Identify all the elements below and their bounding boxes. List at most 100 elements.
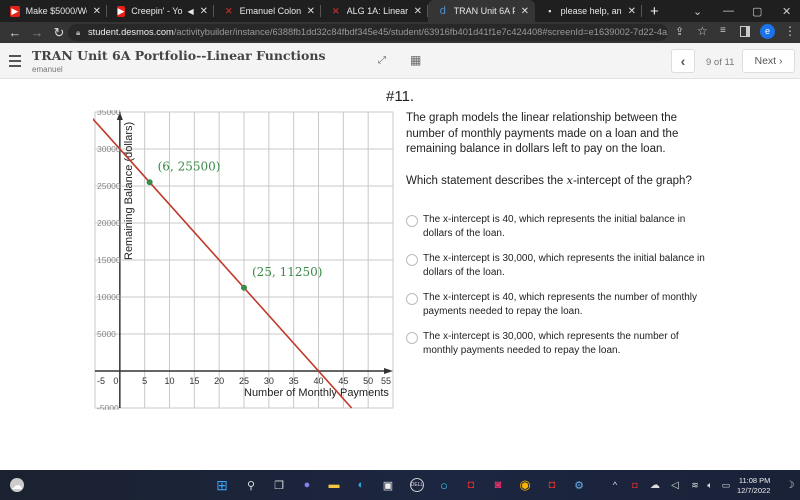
radio-button[interactable]	[406, 293, 418, 305]
file-explorer-icon[interactable]: ▬	[327, 478, 341, 492]
tab-close-icon[interactable]: ✕	[414, 6, 422, 17]
choice-label: The x-intercept is 30,000, which represe…	[423, 253, 705, 278]
fullscreen-icon[interactable]: ⤢	[378, 55, 386, 66]
x-tick-label: 35	[289, 376, 299, 386]
browser-menu-icon[interactable]: ⋮	[784, 24, 796, 38]
new-tab-button[interactable]: +	[650, 3, 659, 20]
ask-text-start: Which statement describes the	[406, 174, 567, 187]
clock-date: 12/7/2022	[737, 486, 771, 495]
tab-title: please help, answer	[560, 6, 622, 16]
data-point-label: (25, 11250)	[252, 265, 322, 279]
url-path: /activitybuilder/instance/6388fb1dd32c84…	[173, 27, 668, 37]
x-axis-label: Number of Monthly Payments	[244, 387, 389, 399]
desmos-d-icon: d	[439, 5, 446, 17]
task-view-icon[interactable]: ❐	[272, 478, 286, 492]
tab-separator	[641, 5, 642, 17]
edge-icon[interactable]: ◐	[354, 478, 368, 492]
y-tick-label: 10000	[97, 292, 121, 302]
browser-tab[interactable]: ✕ ALG 1A: Linear Func ✕	[321, 0, 428, 22]
tab-title: Creepin' - YouT	[131, 6, 183, 16]
notifications-icon[interactable]: ☽	[783, 478, 797, 492]
data-point	[241, 284, 247, 291]
share-icon[interactable]: ⇪	[675, 25, 684, 38]
tab-search-icon[interactable]: ⌄	[693, 0, 702, 22]
minimize-button[interactable]: —	[723, 0, 734, 22]
wifi-icon[interactable]: ≋	[688, 478, 702, 492]
chrome-icon[interactable]: ◉	[518, 477, 532, 492]
tab-close-icon[interactable]: ✕	[628, 6, 636, 17]
volume-icon[interactable]: 🔈︎	[703, 478, 717, 492]
settings-icon[interactable]: ⚙	[572, 478, 586, 492]
dell-icon[interactable]: DELL	[410, 478, 424, 492]
browser-tab[interactable]: ▶ Make $5000/Week ✕	[0, 0, 107, 22]
answer-choice-4[interactable]: The x-intercept is 30,000, which represe…	[406, 330, 716, 357]
browser-tab[interactable]: ✕ Emanuel Colon's H ✕	[214, 0, 321, 22]
x-tick-label: 0	[113, 376, 118, 386]
media-control-icon[interactable]: ≡	[720, 25, 726, 36]
start-icon[interactable]: ⊞	[215, 477, 229, 493]
store-icon[interactable]: ▣	[381, 478, 395, 492]
question-number: #11.	[386, 88, 415, 105]
onedrive-icon[interactable]: ☁	[648, 478, 662, 492]
mcafee-app-icon[interactable]: ◘	[545, 478, 559, 492]
data-point	[146, 179, 153, 186]
radio-button[interactable]	[406, 254, 418, 266]
calculator-icon[interactable]: ▦	[410, 53, 421, 67]
lock-icon: 🔒︎	[76, 28, 81, 37]
weather-icon[interactable]: ☁	[10, 478, 24, 492]
show-hidden-icons[interactable]: ^	[608, 478, 622, 492]
browser-tab-bar: ▶ Make $5000/Week ✕ ▶ Creepin' - YouT ◀︎ ✕ ✕ Ema…	[0, 0, 800, 22]
x-tick-label: -5	[97, 376, 105, 386]
forward-icon[interactable]: →	[26, 25, 48, 40]
answer-choice-1[interactable]: The x-intercept is 40, which represents …	[406, 213, 716, 240]
choice-label: The x-intercept is 30,000, which represe…	[423, 331, 679, 356]
ask-text-end: -intercept of the graph?	[572, 174, 692, 187]
choice-label: The x-intercept is 40, which represents …	[423, 292, 698, 317]
side-panel-icon[interactable]	[740, 26, 750, 37]
mcafee-icon[interactable]: ◘	[464, 478, 478, 492]
loan-balance-graph: -5 0 5 10 15 20 25 30 35 40 45 50 55 -5000 5000 10000 15…	[93, 110, 394, 410]
close-window-button[interactable]: ✕	[782, 0, 791, 22]
maximize-button[interactable]: ▢	[752, 0, 762, 22]
audio-icon[interactable]: ◀︎	[187, 7, 193, 16]
question-paragraph-context: The graph models the linear relationship…	[406, 112, 679, 155]
clock-time: 11:08 PM	[738, 476, 771, 485]
tab-close-icon[interactable]: ✕	[93, 6, 101, 17]
youtube-icon: ▶	[10, 5, 20, 17]
browser-tab[interactable]: ▪ please help, answer ✕	[535, 0, 642, 22]
answer-choice-2[interactable]: The x-intercept is 30,000, which represe…	[406, 252, 716, 279]
question-paragraph-ask: Which statement describes the x-intercep…	[406, 173, 706, 190]
activity-title: TRAN Unit 6A Portfolio--Linear Functions	[32, 48, 326, 63]
answer-choice-3[interactable]: The x-intercept is 40, which represents …	[406, 291, 716, 318]
previous-screen-button[interactable]: ‹	[671, 49, 695, 73]
hamburger-menu-icon[interactable]	[9, 55, 21, 70]
back-icon[interactable]: ←	[4, 25, 26, 40]
next-screen-button[interactable]: Next ›	[742, 49, 795, 73]
x-tick-label: 55	[381, 376, 391, 386]
url-host: student.desmos.com	[88, 27, 174, 37]
browser-tab[interactable]: ▶ Creepin' - YouT ◀︎ ✕	[107, 0, 214, 22]
profile-avatar[interactable]: e	[760, 24, 775, 39]
url-input[interactable]: 🔒︎ student.desmos.com/activitybuilder/ins…	[68, 24, 668, 41]
reload-icon[interactable]: ↻	[48, 25, 70, 41]
mcafee-tray-icon[interactable]: ◘	[628, 478, 642, 492]
x-tick-label: 50	[363, 376, 373, 386]
tab-title: Make $5000/Week	[25, 6, 87, 16]
radio-button[interactable]	[406, 332, 418, 344]
tab-close-icon[interactable]: ✕	[521, 6, 529, 17]
location-icon[interactable]: ◁	[668, 478, 682, 492]
teams-chat-icon[interactable]: ●	[300, 478, 314, 492]
battery-icon[interactable]: ▭	[719, 478, 733, 492]
radio-button[interactable]	[406, 215, 418, 227]
system-clock[interactable]: 11:08 PM 12/7/2022	[737, 476, 770, 496]
instagram-icon[interactable]: ◙	[491, 478, 505, 492]
x-tick-label: 45	[338, 376, 348, 386]
tab-close-icon[interactable]: ✕	[200, 6, 208, 17]
data-point-label: (6, 25500)	[158, 159, 221, 173]
search-icon[interactable]: ⚲	[244, 478, 258, 492]
bookmark-star-icon[interactable]: ☆	[697, 24, 708, 38]
tab-close-icon[interactable]: ✕	[307, 6, 315, 17]
browser-tab[interactable]: d TRAN Unit 6A Portf ✕	[428, 0, 535, 22]
cortana-icon[interactable]: ○	[437, 478, 451, 493]
question-prompt: The graph models the linear relationship…	[406, 111, 706, 204]
